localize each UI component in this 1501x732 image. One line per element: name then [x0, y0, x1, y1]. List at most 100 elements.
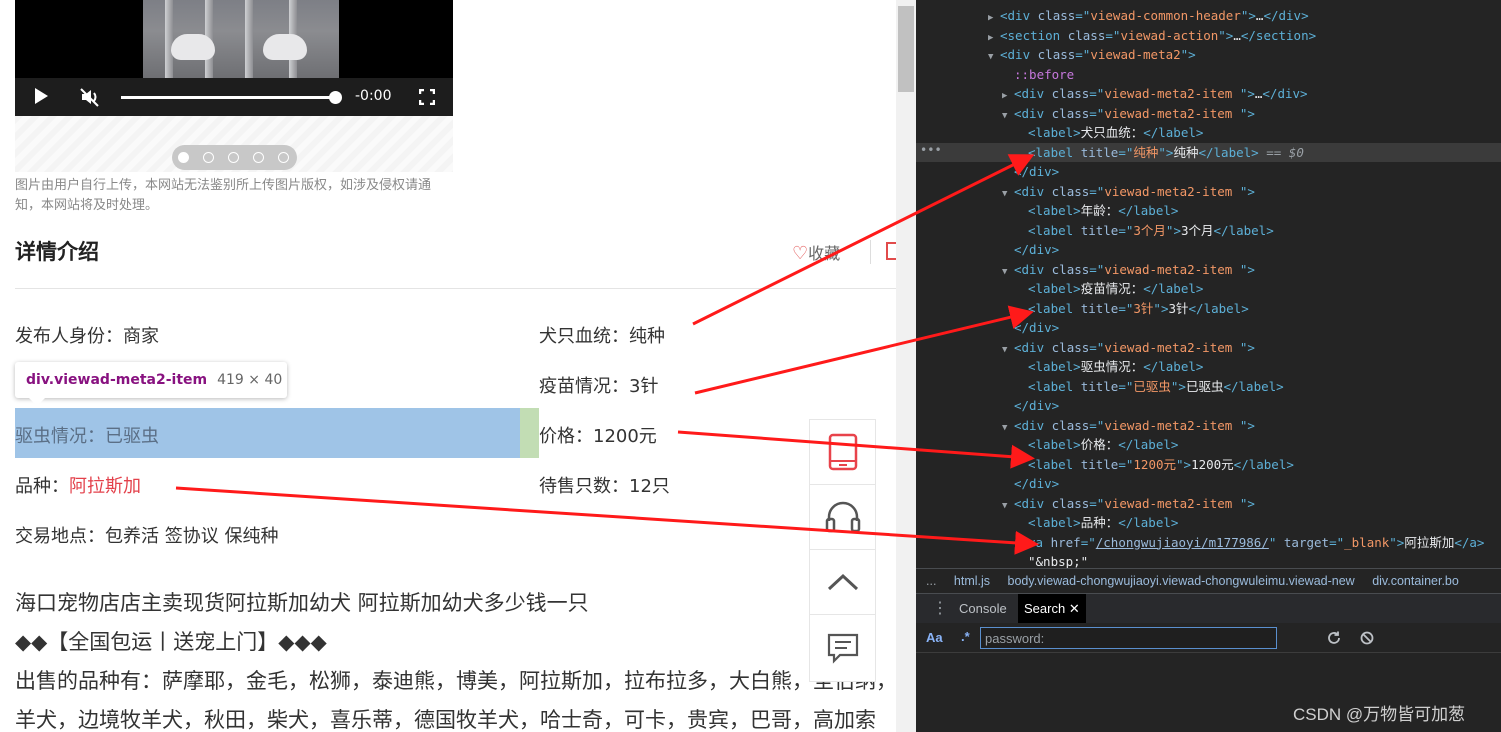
dom-node[interactable]: ▼ <div class="viewad-meta2-item "> — [916, 494, 1501, 514]
back-to-top-button[interactable] — [810, 550, 875, 615]
crumb-overflow-icon[interactable]: ... — [926, 574, 936, 588]
dom-token: =" — [1089, 339, 1105, 355]
dom-token: viewad-meta2 — [1090, 47, 1181, 62]
dom-token: target — [1283, 534, 1330, 550]
customer-service-button[interactable] — [810, 485, 875, 550]
page-scrollbar[interactable] — [896, 0, 916, 732]
dom-token: viewad-common-header — [1090, 8, 1241, 23]
dom-token: title — [1080, 378, 1119, 394]
dom-token: 已驱虫 — [1185, 378, 1224, 394]
match-case-toggle[interactable]: Aa — [926, 630, 943, 645]
dom-node[interactable]: <label>驱虫情况：</label> — [916, 357, 1501, 377]
dom-node[interactable]: </div> — [916, 474, 1501, 494]
dom-token: class — [1037, 8, 1076, 23]
mobile-view-button[interactable] — [810, 420, 875, 485]
tab-search[interactable]: Search ✕ — [1018, 594, 1086, 624]
play-icon[interactable] — [35, 88, 48, 104]
dom-token: <section — [1000, 27, 1068, 43]
carousel-dot[interactable] — [278, 152, 289, 163]
dom-node[interactable]: <label title="3针">3针</label> — [916, 299, 1501, 319]
dom-token: =" — [1329, 534, 1345, 550]
dom-node[interactable]: </div> — [916, 240, 1501, 260]
dom-node[interactable]: </div> — [916, 162, 1501, 182]
clear-icon[interactable] — [1360, 631, 1374, 645]
image-disclaimer: 图片由用户自行上传，本网站无法鉴别所上传图片版权，如涉及侵权请通知，本网站将及时… — [15, 178, 432, 213]
share-icon[interactable] — [886, 242, 896, 260]
dom-token: =" — [1089, 495, 1105, 511]
dom-token: =" — [1105, 27, 1121, 43]
seek-bar[interactable] — [121, 96, 335, 99]
breed-link[interactable]: 阿拉斯加 — [69, 476, 141, 497]
carousel-dot[interactable] — [203, 152, 214, 163]
meta-item-publisher: 发布人身份：商家 — [15, 326, 159, 347]
crumb-html[interactable]: html.js — [954, 574, 990, 588]
seek-knob[interactable] — [329, 91, 342, 104]
dom-token: 1200元 — [1133, 456, 1176, 472]
dom-token: =" — [1089, 261, 1105, 277]
carousel-dot[interactable] — [253, 152, 264, 163]
dom-node[interactable]: <label title="3个月">3个月</label> — [916, 221, 1501, 241]
dom-node[interactable]: ▼ <div class="viewad-meta2-item "> — [916, 182, 1501, 202]
dom-token: viewad-meta2-item — [1104, 105, 1240, 121]
dom-node[interactable]: <label>疫苗情况：</label> — [916, 279, 1501, 299]
dom-node[interactable]: ▼ <div class="viewad-meta2-item "> — [916, 260, 1501, 280]
dom-token: class — [1051, 183, 1090, 199]
dom-node[interactable]: <label title="1200元">1200元</label> — [916, 455, 1501, 475]
dom-node[interactable]: <label>价格：</label> — [916, 435, 1501, 455]
dom-token: "> — [1239, 105, 1255, 121]
mute-icon[interactable] — [79, 86, 101, 108]
message-icon — [827, 633, 858, 664]
dom-token: viewad-meta2-item — [1104, 417, 1240, 433]
video-player[interactable]: -0:00 — [15, 0, 453, 116]
dom-token: 阿拉斯加 — [1404, 534, 1455, 550]
dom-token: viewad-meta2-item — [1104, 261, 1240, 277]
dom-token: </label> — [1198, 144, 1259, 160]
meta-item-price: 价格：1200元 — [539, 426, 657, 447]
dom-token: 年龄： — [1080, 203, 1119, 218]
dom-token: /chongwujiaoyi/m177986/ — [1095, 534, 1269, 550]
tab-console[interactable]: Console — [959, 594, 1007, 624]
carousel-dot[interactable] — [228, 152, 239, 163]
drawer-menu-icon[interactable]: ⋮ — [932, 594, 948, 624]
refresh-icon[interactable] — [1327, 631, 1341, 645]
carousel-dot[interactable] — [178, 152, 189, 163]
dom-token: viewad-meta2-item — [1104, 86, 1240, 101]
dom-node[interactable]: </div> — [916, 318, 1501, 338]
dom-token: <div — [1014, 495, 1052, 511]
dom-token: ::before — [1014, 66, 1075, 82]
dom-node[interactable]: ▼ <div class="viewad-meta2-item "> — [916, 338, 1501, 358]
dom-node[interactable]: <label>年龄：</label> — [916, 201, 1501, 221]
fullscreen-icon[interactable] — [419, 89, 435, 105]
selected-dom-node[interactable]: <label title="纯种">纯种</label> == $0 — [916, 142, 1501, 162]
dom-node[interactable]: <a href="/chongwujiaoyi/m177986/" target… — [916, 533, 1501, 553]
dom-node[interactable]: <label>品种：</label> — [916, 513, 1501, 533]
dom-node[interactable]: ▶ <section class="viewad-action">…</secti… — [916, 26, 1501, 46]
dom-token: <label — [1028, 456, 1081, 472]
regex-toggle[interactable]: .* — [961, 629, 970, 644]
dom-node[interactable]: ▼ <div class="viewad-meta2"> — [916, 45, 1501, 65]
meta-item-stock: 待售只数：12只 — [539, 476, 670, 497]
close-tab-icon[interactable]: ✕ — [1069, 601, 1080, 616]
dom-token: <label — [1028, 144, 1081, 160]
crumb-body[interactable]: body.viewad-chongwujiaoyi.viewad-chongwu… — [1008, 574, 1355, 588]
feedback-button[interactable] — [810, 615, 875, 680]
dom-node[interactable]: <label>犬只血统：</label> — [916, 123, 1501, 143]
breadcrumb: ... html.js body.viewad-chongwujiaoyi.vi… — [916, 568, 1501, 592]
page-scrollbar-thumb[interactable] — [898, 6, 914, 92]
description-paragraph: 海口宠物店店主卖现货阿拉斯加幼犬 阿拉斯加幼犬多少钱一只 ◆◆【全国包运丨送宠上… — [15, 584, 896, 732]
dom-token: viewad-meta2-item — [1104, 495, 1240, 511]
favorite-button[interactable]: ♡收藏 — [792, 240, 840, 264]
dom-node[interactable]: ▶ <div class="viewad-common-header">…</di… — [916, 6, 1501, 26]
dom-node[interactable]: <label title="已驱虫">已驱虫</label> — [916, 377, 1501, 397]
dom-node[interactable]: </div> — [916, 396, 1501, 416]
dom-node[interactable]: ▶ <div class="viewad-meta2-item ">…</div> — [916, 84, 1501, 104]
dom-token: <label — [1028, 300, 1081, 316]
dom-node[interactable]: ▼ <div class="viewad-meta2-item "> — [916, 104, 1501, 124]
search-toolbar: Aa .* — [916, 623, 1501, 653]
more-options-icon[interactable]: ••• — [920, 143, 942, 157]
dom-node[interactable]: ▼ <div class="viewad-meta2-item "> — [916, 416, 1501, 436]
dom-token: </label> — [1143, 359, 1204, 374]
search-input[interactable] — [980, 627, 1277, 649]
dom-node[interactable]: ::before — [916, 65, 1501, 85]
crumb-container[interactable]: div.container.bo — [1372, 574, 1459, 588]
